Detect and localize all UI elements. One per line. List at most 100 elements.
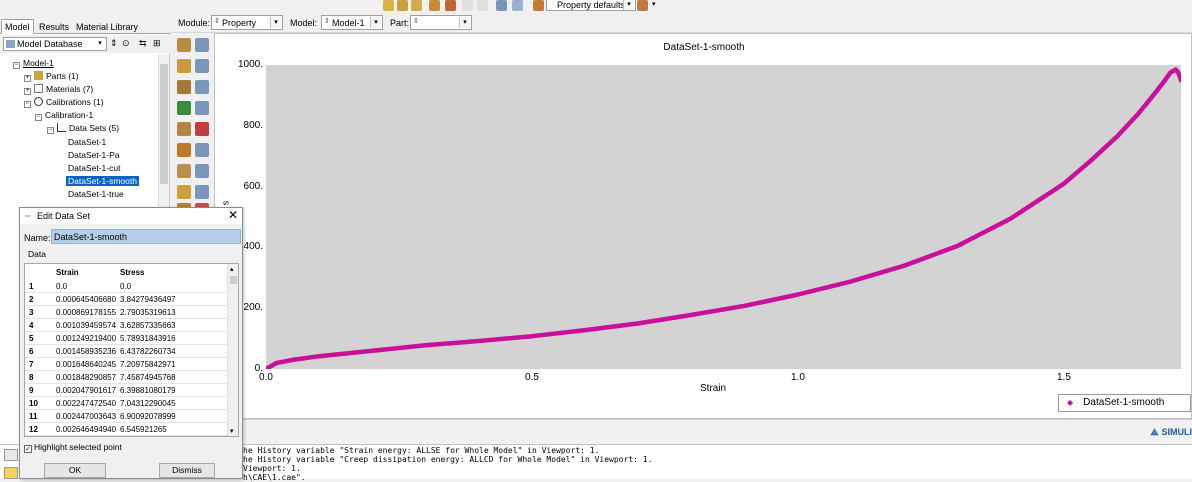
chevron-down-icon[interactable]: ▾ [652, 0, 656, 8]
query-icon[interactable] [195, 122, 209, 136]
property-defaults-select[interactable]: Property defaults ▾ [546, 0, 636, 11]
tree-item-dataset-1-cut[interactable]: DataSet-1-cut [68, 162, 120, 174]
expand-icon[interactable]: ⇆ [139, 38, 147, 49]
cell-strain[interactable]: 0.002646494940 [56, 423, 116, 436]
tree-item-dataset-1-true[interactable]: DataSet-1-true [68, 188, 124, 200]
stringer-manager-icon[interactable] [195, 185, 209, 199]
collapse-icon[interactable]: − [13, 62, 20, 69]
cursor-icon[interactable] [445, 0, 456, 11]
color-code-icon[interactable] [533, 0, 544, 11]
cell-stress[interactable]: 0.0 [120, 280, 131, 293]
filter-icon[interactable]: ⊙ [122, 38, 130, 49]
row-number[interactable]: 1 [29, 280, 33, 293]
tree-item-dataset-1-pa[interactable]: DataSet-1-Pa [68, 149, 120, 161]
redo-icon[interactable] [477, 0, 488, 11]
row-number[interactable]: 2 [29, 293, 33, 306]
data-point[interactable] [1115, 134, 1120, 139]
data-point[interactable] [290, 357, 295, 362]
cell-strain[interactable]: 0.000869178155 [56, 306, 116, 319]
tree-item-dataset-1[interactable]: DataSet-1 [68, 136, 106, 148]
chevron-up-icon[interactable]: ▴ [230, 265, 234, 273]
row-number[interactable]: 4 [29, 319, 33, 332]
expand-icon[interactable]: + [24, 88, 31, 95]
assignment-manager-icon[interactable] [195, 80, 209, 94]
render-icon[interactable] [383, 0, 394, 11]
create-profile-icon[interactable] [177, 101, 191, 115]
collapse-icon[interactable]: − [24, 101, 31, 108]
data-point[interactable] [1173, 67, 1178, 72]
data-point[interactable] [1008, 216, 1013, 221]
viewport[interactable]: DataSet-1-smooth s 0. 200. 400. 600. 800. 100… [214, 33, 1192, 419]
tab-results[interactable]: Results [35, 19, 73, 34]
tree-item-parts[interactable]: + Parts (1) [24, 70, 79, 82]
collapse-icon[interactable]: − [35, 114, 42, 121]
cell-strain[interactable]: 0.002447003643 [56, 410, 116, 423]
cell-stress[interactable]: 6.545921265 [120, 423, 167, 436]
row-number[interactable]: 12 [29, 423, 38, 436]
chevron-down-icon[interactable]: ▾ [230, 427, 234, 435]
undo-icon[interactable] [462, 0, 473, 11]
table-scrollbar[interactable]: ▴ ▾ [227, 264, 238, 436]
shape-icon[interactable] [429, 0, 440, 11]
scroll-thumb[interactable] [230, 276, 237, 284]
data-point[interactable] [1136, 111, 1141, 116]
color-options-icon[interactable] [637, 0, 648, 11]
tree-item-data-sets[interactable]: − Data Sets (5) [47, 122, 119, 134]
collapse-icon[interactable]: − [47, 127, 54, 134]
data-point[interactable] [317, 354, 322, 359]
composite-icon[interactable] [177, 164, 191, 178]
expand-icon[interactable]: + [24, 75, 31, 82]
data-point[interactable] [636, 321, 641, 326]
data-point[interactable] [1062, 181, 1066, 186]
cell-stress[interactable]: 7.20975842971 [120, 358, 176, 371]
row-number[interactable]: 8 [29, 371, 33, 384]
data-point[interactable] [476, 339, 481, 343]
row-number[interactable]: 7 [29, 358, 33, 371]
tab-data[interactable]: Data [24, 248, 50, 262]
cell-stress[interactable]: 6.43782260734 [120, 345, 176, 358]
data-point[interactable] [1163, 78, 1167, 83]
skin-manager-icon[interactable] [195, 143, 209, 157]
cell-stress[interactable]: 2.79035319613 [120, 306, 176, 319]
cell-stress[interactable]: 7.45874945768 [120, 371, 176, 384]
cell-strain[interactable]: 0.001458935236 [56, 345, 116, 358]
data-point[interactable] [796, 292, 800, 297]
tree-item-calibrations[interactable]: − Calibrations (1) [24, 96, 104, 108]
data-point[interactable] [689, 312, 694, 317]
cell-stress[interactable]: 6.90092078999 [120, 410, 176, 423]
name-field[interactable]: DataSet-1-smooth [51, 229, 241, 244]
render-icon[interactable] [397, 0, 408, 11]
data-point[interactable] [370, 348, 375, 353]
stringer-icon[interactable] [177, 185, 191, 199]
row-number[interactable]: 5 [29, 332, 33, 345]
cell-strain[interactable]: 0.001848290857 [56, 371, 116, 384]
row-number[interactable]: 6 [29, 345, 33, 358]
section-manager-icon[interactable] [195, 59, 209, 73]
assign-orientation-icon[interactable] [177, 122, 191, 136]
cell-strain[interactable]: 0.002047901617 [56, 384, 116, 397]
data-point[interactable] [1088, 158, 1093, 163]
cell-stress[interactable]: 3.62857335663 [120, 319, 176, 332]
cell-strain[interactable]: 0.0 [56, 280, 67, 293]
cell-stress[interactable]: 5.78931843916 [120, 332, 176, 345]
database-select[interactable]: Model Database ▾ [3, 37, 107, 51]
scroll-thumb[interactable] [160, 64, 168, 184]
sort-icon[interactable]: ⇕ [110, 38, 118, 49]
tab-material-library[interactable]: Material Library [72, 19, 142, 34]
cell-strain[interactable]: 0.000645406680 [56, 293, 116, 306]
cell-strain[interactable]: 0.001039459574 [56, 319, 116, 332]
data-table[interactable]: Strain Stress 1 0.0 0.0 2 0.000645406680 3.84… [24, 263, 239, 437]
collapse-icon[interactable]: ⊞ [153, 38, 161, 49]
tree-item-calibration-1[interactable]: − Calibration-1 [35, 109, 93, 121]
assign-section-icon[interactable] [177, 80, 191, 94]
tree-item-model[interactable]: − Model-1 [13, 57, 54, 69]
checkbox-checked-icon[interactable]: ✓ [24, 445, 32, 453]
dismiss-button[interactable]: Dismiss [159, 463, 215, 478]
dialog-title-bar[interactable]: ⇔ Edit Data Set ✕ [20, 208, 242, 224]
cell-stress[interactable]: 6.39881080179 [120, 384, 176, 397]
data-point[interactable] [274, 360, 279, 365]
data-point[interactable] [1152, 91, 1157, 96]
message-tab-icon[interactable] [4, 449, 18, 461]
model-select[interactable]: ⇕ Model-1 ▾ [321, 15, 383, 30]
plot-area[interactable] [263, 65, 1186, 372]
